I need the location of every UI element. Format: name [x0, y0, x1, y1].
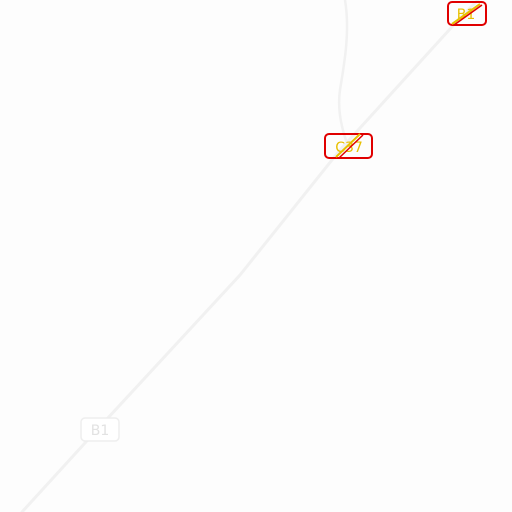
road-label-b1-lower: B1	[91, 423, 110, 439]
map-canvas[interactable]: B1 C37 B1	[0, 0, 512, 512]
road-shield-icon[interactable]: B1	[80, 417, 120, 442]
